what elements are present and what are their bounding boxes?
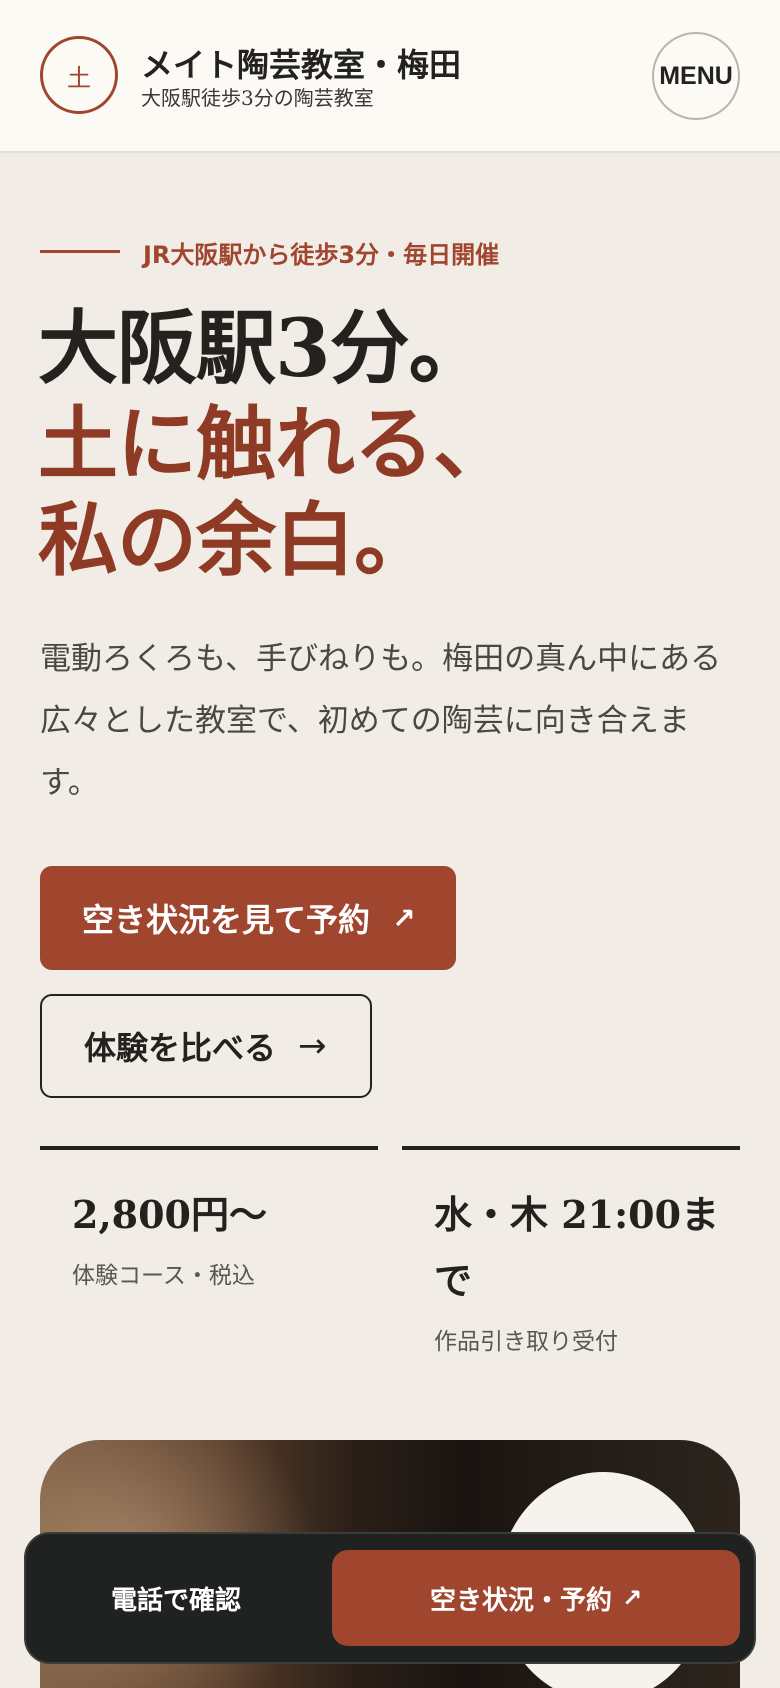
phone-confirm-label: 電話で確認 <box>110 1585 241 1616</box>
site-subtitle: 大阪駅徒歩3分の陶芸教室 <box>141 86 374 110</box>
compare-experience-button[interactable]: 体験を比べる → <box>40 994 372 1098</box>
reserve-availability-button[interactable]: 空き状況を見て予約 ↗ <box>40 866 456 970</box>
headline-line-1: 大阪駅3分。 <box>38 301 489 395</box>
phone-confirm-button[interactable]: 電話で確認 <box>26 1550 326 1646</box>
headline-line-3: 私の余白。 <box>38 493 434 587</box>
hero-headline: 大阪駅3分。 土に触れる、 私の余白。 <box>38 300 513 588</box>
external-arrow-icon: ↗ <box>392 901 416 935</box>
bottom-reserve-button[interactable]: 空き状況・予約 ↗ <box>332 1550 740 1646</box>
stat-hours-value: 水・木 21:00まで <box>434 1192 720 1303</box>
stat-price-label: 体験コース・税込 <box>72 1263 255 1289</box>
stat-hours-label: 作品引き取り受付 <box>434 1329 618 1355</box>
compare-experience-label: 体験を比べる <box>84 1029 277 1067</box>
stat-price: 2,800円〜 体験コース・税込 <box>40 1146 378 1290</box>
logo-icon[interactable]: 土 <box>40 36 118 114</box>
eyebrow-divider <box>40 250 120 253</box>
menu-button[interactable]: MENU <box>652 32 740 120</box>
eyebrow-text: JR大阪駅から徒歩3分・毎日開催 <box>143 241 500 269</box>
stat-hours: 水・木 21:00まで 作品引き取り受付 <box>402 1146 740 1356</box>
external-arrow-icon: ↗ <box>621 1584 643 1612</box>
arrow-right-icon: → <box>298 1026 327 1066</box>
hero-lead: 電動ろくろも、手びねりも。梅田の真ん中にある広々とした教室で、初めての陶芸に向き… <box>40 641 722 801</box>
bottom-reserve-label: 空き状況・予約 <box>429 1585 612 1616</box>
logo-char: 土 <box>67 63 91 92</box>
headline-line-2: 土に触れる、 <box>38 397 513 491</box>
reserve-availability-label: 空き状況を見て予約 <box>82 901 371 939</box>
sticky-action-bar: 電話で確認 空き状況・予約 ↗ <box>24 1532 756 1664</box>
site-title[interactable]: メイト陶芸教室・梅田 <box>141 40 461 86</box>
menu-label: MENU <box>659 61 733 90</box>
stat-price-value: 2,800円〜 <box>72 1192 267 1237</box>
site-header: 土 メイト陶芸教室・梅田 大阪駅徒歩3分の陶芸教室 MENU <box>0 0 780 153</box>
